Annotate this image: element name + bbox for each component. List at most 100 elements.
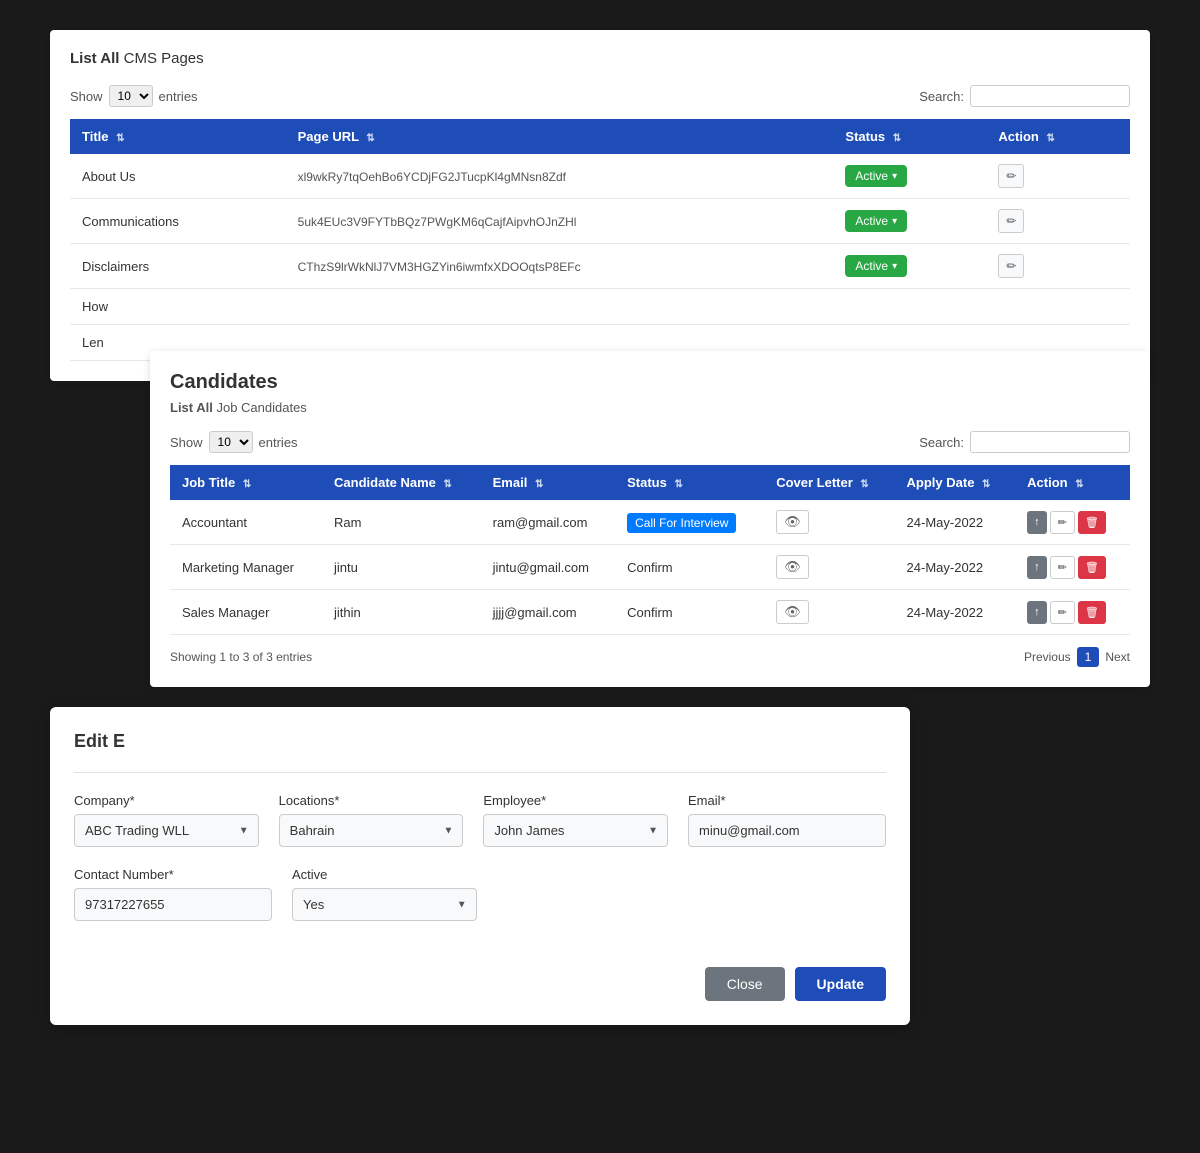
show-label: Show [70, 89, 103, 104]
email-input[interactable] [688, 814, 886, 847]
table-row: Marketing Manager jintu jintu@gmail.com … [170, 545, 1130, 590]
prev-button[interactable]: Previous [1024, 650, 1071, 664]
location-select[interactable]: Bahrain [279, 814, 464, 847]
form-row-1: Company* ABC Trading WLL Locations* Bahr… [74, 793, 886, 847]
view-cover-letter-button[interactable]: 👁 [776, 510, 809, 534]
active-select-wrapper: Yes No [292, 888, 477, 921]
candidate-name-cell: Ram [322, 500, 481, 545]
cms-row-status: Active ▾ [833, 199, 986, 244]
edit-button[interactable]: ✏ [998, 254, 1024, 278]
close-button[interactable]: Close [705, 967, 785, 1001]
table-row: Sales Manager jithin jjjj@gmail.com Conf… [170, 590, 1130, 635]
employee-select[interactable]: John James [483, 814, 668, 847]
email-cell: ram@gmail.com [481, 500, 615, 545]
col-job-title: Job Title ⇅ [170, 465, 322, 500]
chevron-icon: ▾ [892, 171, 897, 182]
employee-group: Employee* John James [483, 793, 668, 847]
edit-button[interactable]: ✏ [1050, 601, 1075, 624]
status-badge-active[interactable]: Active ▾ [845, 255, 907, 277]
status-confirm-badge: Confirm [627, 560, 673, 575]
upload-button[interactable]: ↑ [1027, 556, 1047, 579]
email-label: Email* [688, 793, 886, 808]
edit-button[interactable]: ✏ [998, 164, 1024, 188]
show-label: Show [170, 435, 203, 450]
status-badge-active[interactable]: Active ▾ [845, 165, 907, 187]
next-button[interactable]: Next [1105, 650, 1130, 664]
table-row: Communications 5uk4EUc3V9FYTbBQz7PWgKM6q… [70, 199, 1130, 244]
apply-date-cell: 24-May-2022 [895, 545, 1016, 590]
delete-button[interactable]: 🗑 [1078, 601, 1106, 624]
cms-entries-select[interactable]: 10 25 50 [109, 85, 153, 107]
cms-table-controls: Show 10 25 50 entries Search: [70, 85, 1130, 107]
chevron-icon: ▾ [892, 261, 897, 272]
status-badge-active[interactable]: Active ▾ [845, 210, 907, 232]
cms-row-title: How [70, 289, 286, 325]
col-status: Status ⇅ [615, 465, 764, 500]
upload-button[interactable]: ↑ [1027, 511, 1047, 534]
candidates-entries-select[interactable]: 10 25 50 [209, 431, 253, 453]
sort-icon: ⇅ [860, 479, 868, 490]
job-title-cell: Accountant [170, 500, 322, 545]
view-cover-letter-button[interactable]: 👁 [776, 600, 809, 624]
cms-pages-panel: List All CMS Pages Show 10 25 50 entries… [50, 30, 1150, 381]
search-label: Search: [919, 435, 964, 450]
sort-icon-status: ⇅ [893, 133, 901, 144]
sort-icon: ⇅ [1075, 479, 1083, 490]
cover-letter-cell: 👁 [764, 545, 894, 590]
cms-row-status: Active ▾ [833, 244, 986, 289]
location-group: Locations* Bahrain [279, 793, 464, 847]
action-group: ↑ ✏ 🗑 [1027, 601, 1118, 624]
update-button[interactable]: Update [795, 967, 886, 1001]
table-footer: Showing 1 to 3 of 3 entries Previous 1 N… [170, 647, 1130, 667]
status-cell: Confirm [615, 590, 764, 635]
edit-button[interactable]: ✏ [1050, 556, 1075, 579]
active-label: Active [292, 867, 477, 882]
delete-button[interactable]: 🗑 [1078, 511, 1106, 534]
active-group: Active Yes No [292, 867, 477, 921]
sort-icon: ⇅ [243, 479, 251, 490]
col-apply-date: Apply Date ⇅ [895, 465, 1016, 500]
email-cell: jintu@gmail.com [481, 545, 615, 590]
location-select-wrapper: Bahrain [279, 814, 464, 847]
cms-row-status [833, 289, 986, 325]
action-cell: ↑ ✏ 🗑 [1015, 590, 1130, 635]
sort-icon-url: ⇅ [366, 133, 374, 144]
status-cell: Call For Interview [615, 500, 764, 545]
col-action: Action ⇅ [1015, 465, 1130, 500]
company-group: Company* ABC Trading WLL [74, 793, 259, 847]
upload-button[interactable]: ↑ [1027, 601, 1047, 624]
pagination: Previous 1 Next [1024, 647, 1130, 667]
cms-row-url: CThzS9lrWkNlJ7VM3HGZYin6iwmfxXDOOqtsP8EF… [286, 244, 834, 289]
employee-select-wrapper: John James [483, 814, 668, 847]
page-number[interactable]: 1 [1077, 647, 1100, 667]
cms-row-title: About Us [70, 154, 286, 199]
col-cover-letter: Cover Letter ⇅ [764, 465, 894, 500]
sort-icon-title: ⇅ [116, 133, 124, 144]
candidate-name-cell: jintu [322, 545, 481, 590]
cover-letter-cell: 👁 [764, 590, 894, 635]
sort-icon: ⇅ [535, 479, 543, 490]
delete-button[interactable]: 🗑 [1078, 556, 1106, 579]
edit-modal: Edit E Company* ABC Trading WLL Location… [50, 707, 910, 1025]
status-confirm-badge: Confirm [627, 605, 673, 620]
view-cover-letter-button[interactable]: 👁 [776, 555, 809, 579]
showing-entries-text: Showing 1 to 3 of 3 entries [170, 650, 312, 664]
search-label: Search: [919, 89, 964, 104]
table-row: About Us xl9wkRy7tqOehBo6YCDjFG2JTucpKl4… [70, 154, 1130, 199]
cms-row-status: Active ▾ [833, 154, 986, 199]
chevron-icon: ▾ [892, 216, 897, 227]
cms-search-input[interactable] [970, 85, 1130, 107]
edit-button[interactable]: ✏ [998, 209, 1024, 233]
spacer-group [497, 867, 682, 921]
status-call-badge: Call For Interview [627, 513, 736, 533]
sort-icon-action: ⇅ [1046, 133, 1054, 144]
entries-label: entries [259, 435, 298, 450]
company-select[interactable]: ABC Trading WLL [74, 814, 259, 847]
action-cell: ↑ ✏ 🗑 [1015, 545, 1130, 590]
candidates-search-input[interactable] [970, 431, 1130, 453]
contact-input[interactable] [74, 888, 272, 921]
cms-show-entries: Show 10 25 50 entries [70, 85, 198, 107]
active-select[interactable]: Yes No [292, 888, 477, 921]
edit-button[interactable]: ✏ [1050, 511, 1075, 534]
cms-panel-title: List All CMS Pages [70, 50, 1130, 67]
